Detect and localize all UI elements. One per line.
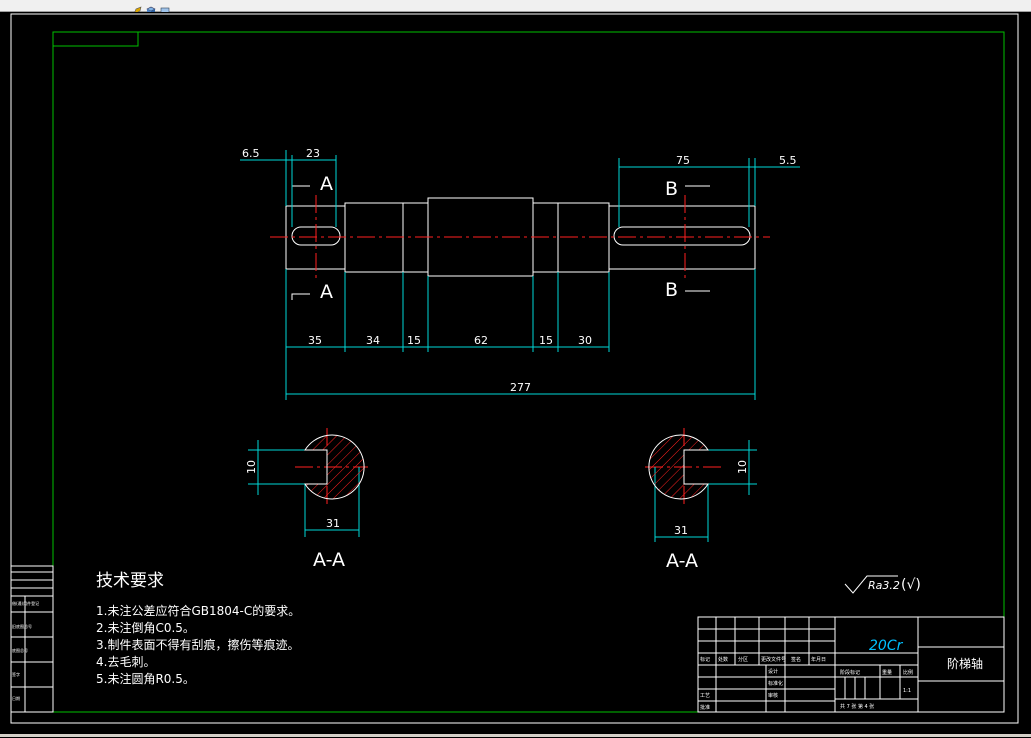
tech-item-1: 1.未注公差应符合GB1804-C的要求。 [96, 603, 300, 618]
cad-drawing-canvas[interactable]: A A B B 6.5 23 75 5.5 35 34 15 62 15 30 … [0, 12, 1031, 734]
tb-mid-label-2: 重量 [882, 669, 892, 676]
dim-5-5: 5.5 [779, 154, 797, 167]
section-mark-b-top: B [665, 178, 678, 200]
toolbar-strip [0, 0, 1031, 15]
dim-35: 35 [308, 334, 322, 347]
pencil-icon[interactable] [133, 0, 143, 15]
technical-requirements: 技术要求 1.未注公差应符合GB1804-C的要求。 2.未注倒角C0.5。 3… [96, 571, 300, 686]
side-label-3: 底图总号 [12, 647, 28, 653]
section-mark-a-bottom: A [320, 281, 333, 303]
section-label-left: A-A [313, 549, 345, 571]
tb-left-label-5: 批准 [700, 704, 710, 711]
section-view-right: A-A [648, 434, 709, 572]
tb-scale: 1:1 [903, 688, 911, 694]
tb-left-label-3: 审核 [768, 692, 778, 699]
tb-row-label-3: 分区 [738, 656, 748, 663]
cube-icon[interactable] [145, 0, 156, 15]
section-label-right: A-A [666, 550, 698, 572]
dim-62: 62 [474, 334, 488, 347]
dim-15a: 15 [407, 334, 421, 347]
dim-10-left: 10 [245, 460, 258, 474]
tb-row-label-4: 更改文件号 [761, 656, 786, 663]
side-label-4: 签字 [12, 671, 20, 677]
tb-mid-label-3: 比例 [903, 669, 913, 676]
side-label-5: 日期 [12, 695, 20, 701]
tb-material: 20Cr [869, 638, 904, 654]
tech-title: 技术要求 [96, 571, 164, 591]
section-mark-b-bottom: B [665, 279, 678, 301]
tb-mid-label-1: 阶段标记 [840, 669, 860, 676]
dim-31-left: 31 [326, 517, 340, 530]
tb-left-label-1: 设计 [768, 668, 778, 675]
tb-part-name: 阶梯轴 [947, 656, 983, 671]
dim-6-5: 6.5 [242, 147, 260, 160]
tb-row-label-6: 年月日 [811, 656, 826, 663]
tb-row-label-2: 处数 [718, 656, 728, 663]
roughness-symbol: Ra3.2 (√) [844, 575, 921, 594]
dim-15b: 15 [539, 334, 553, 347]
dim-75: 75 [676, 154, 690, 167]
tb-row-label-1: 标记 [700, 656, 710, 663]
section-view-left: A-A [304, 434, 365, 571]
section-mark-a-top: A [320, 173, 333, 195]
dim-277: 277 [510, 381, 531, 394]
roughness-value: Ra3.2 [868, 579, 900, 592]
tech-item-5: 5.未注圆角R0.5。 [96, 671, 195, 686]
title-block: 标记 处数 分区 更改文件号 签名 年月日 设计 标准化 审核 工艺 批准 阶段… [697, 616, 1005, 713]
tb-left-label-4: 工艺 [700, 693, 710, 699]
dim-23: 23 [306, 147, 320, 160]
tech-item-2: 2.未注倒角C0.5。 [96, 620, 195, 635]
roughness-suffix: (√) [901, 577, 921, 593]
section-cut-markers [291, 172, 710, 300]
tech-item-3: 3.制件表面不得有刮痕，擦伤等痕迹。 [96, 637, 299, 652]
dim-34: 34 [366, 334, 380, 347]
dim-30: 30 [578, 334, 592, 347]
tb-row-label-5: 签名 [791, 656, 801, 663]
tech-item-4: 4.去毛刺。 [96, 655, 155, 669]
layer-icon[interactable] [160, 0, 170, 15]
tb-left-label-2: 标准化 [768, 680, 783, 687]
dim-31-right: 31 [674, 524, 688, 537]
dimension-lines [240, 150, 800, 542]
dim-10-right: 10 [736, 460, 749, 474]
side-label-2: 旧底图总号 [12, 623, 32, 629]
side-label-1: 借(通)用件登记 [12, 600, 39, 606]
side-table: 借(通)用件登记 旧底图总号 底图总号 签字 日期 [10, 565, 54, 713]
tb-sheets: 共 7 张 第 4 张 [840, 703, 874, 710]
